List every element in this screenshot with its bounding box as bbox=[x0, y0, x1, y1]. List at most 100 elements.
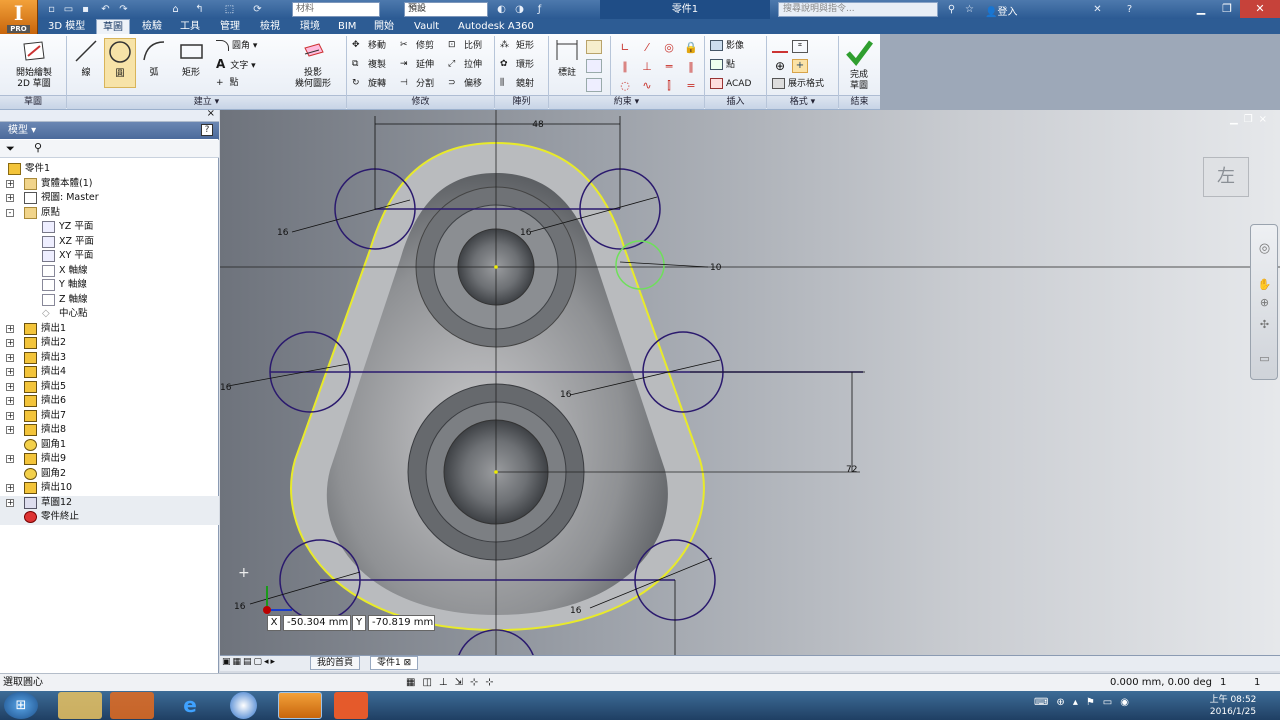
close-browser-icon[interactable]: × bbox=[207, 108, 215, 119]
expand-toggle-icon[interactable]: + bbox=[6, 411, 14, 420]
tab-9[interactable]: Vault bbox=[408, 19, 445, 34]
viewcube[interactable]: 左 bbox=[1203, 157, 1249, 197]
browser-item[interactable]: 圓角2 bbox=[0, 467, 219, 482]
browser-item[interactable]: 零件1 bbox=[0, 162, 219, 177]
arc-button[interactable]: 弧 bbox=[138, 38, 170, 79]
return-icon[interactable]: ↰ bbox=[192, 2, 207, 17]
expand-toggle-icon[interactable]: + bbox=[6, 397, 14, 405]
dimension-button[interactable]: 標註 bbox=[552, 38, 582, 79]
vertical-constraint-icon[interactable]: ‖ bbox=[682, 59, 700, 74]
line-button[interactable]: 線 bbox=[70, 38, 102, 79]
filter-icon[interactable]: ⏷ bbox=[6, 142, 15, 156]
office-taskbar-icon[interactable] bbox=[334, 692, 368, 719]
coord-x-input[interactable]: -50.304 mm bbox=[283, 615, 351, 631]
tab-10[interactable]: Autodesk A360 bbox=[452, 19, 540, 34]
dim-vertical[interactable]: 72 bbox=[846, 465, 857, 475]
tab-close-icon[interactable]: ⊠ bbox=[404, 658, 412, 668]
appearance-clear-icon[interactable]: ◐ bbox=[494, 2, 509, 17]
browser-item[interactable]: + 擠出7 bbox=[0, 409, 219, 424]
expand-toggle-icon[interactable]: + bbox=[6, 426, 14, 434]
show-constraints-icon[interactable] bbox=[586, 59, 602, 73]
center-point-icon[interactable]: ⊕ bbox=[772, 59, 788, 73]
tab-4[interactable]: 管理 bbox=[214, 19, 246, 34]
browser-item[interactable]: YZ 平面 bbox=[0, 220, 219, 235]
expand-toggle-icon[interactable]: + bbox=[6, 368, 14, 376]
browser-item[interactable]: + 擠出2 bbox=[0, 336, 219, 351]
system-tray-icons[interactable]: ⌨⊕▴⚑▭◉ bbox=[1034, 697, 1137, 708]
points-button[interactable]: 點 bbox=[710, 59, 735, 71]
circular-pattern-button[interactable]: ✿ 環形 bbox=[500, 59, 534, 71]
browser-item[interactable]: + 擠出6 bbox=[0, 394, 219, 409]
close-button[interactable]: ✕ bbox=[1240, 0, 1280, 18]
expand-toggle-icon[interactable]: + bbox=[6, 353, 14, 362]
dim-mid-right[interactable]: 16 bbox=[560, 390, 572, 400]
tab-part1[interactable]: 零件1 ⊠ bbox=[370, 656, 419, 670]
browser-item[interactable]: + 實體本體(1) bbox=[0, 177, 219, 192]
dim-bottom-right[interactable]: 16 bbox=[570, 606, 582, 616]
open-icon[interactable]: ▭ bbox=[61, 2, 76, 17]
tab-7[interactable]: BIM bbox=[332, 19, 362, 34]
tab-my-home[interactable]: 我的首頁 bbox=[310, 656, 361, 670]
browser-item[interactable]: 圓角1 bbox=[0, 438, 219, 453]
collinear-constraint-icon[interactable]: ⁄ bbox=[638, 40, 656, 55]
redo-icon[interactable]: ↷ bbox=[116, 2, 131, 17]
explorer-taskbar-icon[interactable] bbox=[58, 692, 102, 719]
browser-item[interactable]: - 原點 bbox=[0, 206, 219, 221]
rectangle-button[interactable]: 矩形 bbox=[174, 38, 208, 79]
concentric-constraint-icon[interactable]: ◎ bbox=[660, 40, 678, 55]
maximize-button[interactable]: ❐ bbox=[1214, 0, 1240, 18]
split-button[interactable]: ⊣ 分割 bbox=[400, 78, 434, 90]
app-menu-button[interactable]: I PRO bbox=[0, 0, 38, 34]
save-icon[interactable]: ▪ bbox=[78, 2, 93, 17]
browser-item[interactable]: XZ 平面 bbox=[0, 235, 219, 250]
horizontal-constraint-icon[interactable]: ═ bbox=[660, 59, 678, 74]
browser-item[interactable]: + 擠出1 bbox=[0, 322, 219, 337]
expand-toggle-icon[interactable]: - bbox=[6, 208, 14, 217]
material-combo[interactable]: 材料 bbox=[292, 2, 380, 17]
browser-title-bar[interactable]: 模型 ▾? bbox=[0, 122, 219, 139]
app-taskbar-icon[interactable] bbox=[230, 692, 257, 719]
equal-constraint-icon[interactable]: = bbox=[682, 78, 700, 93]
dim-mid-left[interactable]: 16 bbox=[220, 383, 232, 393]
dim-hole-left-top[interactable]: 16 bbox=[277, 228, 289, 238]
dim-hole-right-top[interactable]: 16 bbox=[520, 228, 532, 238]
rotate-button[interactable]: ↻ 旋轉 bbox=[352, 78, 386, 90]
mirror-button[interactable]: ⫼ 鏡射 bbox=[500, 78, 534, 90]
sketch-canvas[interactable]: 48 16 16 10 16 16 72 16 16 + bbox=[220, 110, 1280, 655]
perpendicular-constraint-icon[interactable]: ⊥ bbox=[638, 59, 656, 74]
browser-item[interactable]: + 擠出8 bbox=[0, 423, 219, 438]
stretch-button[interactable]: ⤢ 拉伸 bbox=[448, 59, 482, 71]
relax-mode-icon[interactable] bbox=[586, 78, 602, 92]
image-button[interactable]: 影像 bbox=[710, 40, 744, 52]
scale-button[interactable]: ⊡ 比例 bbox=[448, 40, 482, 52]
binoculars-icon[interactable]: ⚲ bbox=[944, 2, 959, 17]
expand-toggle-icon[interactable]: + bbox=[6, 382, 14, 391]
centerline-icon[interactable]: ⌗ bbox=[792, 40, 808, 53]
driven-dimension-icon[interactable]: + bbox=[792, 59, 808, 73]
panel-label-format[interactable]: 格式 ▾ bbox=[767, 95, 838, 109]
look-at-icon[interactable]: ▭ bbox=[1257, 351, 1272, 366]
expand-toggle-icon[interactable]: + bbox=[6, 194, 14, 202]
status-tool-icons[interactable]: ▦◫⊥⇲⊹⊹ bbox=[406, 674, 501, 691]
dim-small-circle[interactable]: 10 bbox=[710, 263, 722, 273]
browser-item[interactable]: Z 軸線 bbox=[0, 293, 219, 308]
viewport-window-controls[interactable]: ▁❐× bbox=[1230, 114, 1278, 126]
update-icon[interactable]: ⟳ bbox=[250, 2, 265, 17]
extend-button[interactable]: ⇥ 延伸 bbox=[400, 59, 434, 71]
text-button[interactable]: A 文字 ▾ bbox=[216, 58, 256, 72]
construction-icon[interactable] bbox=[772, 40, 788, 53]
tab-6[interactable]: 環境 bbox=[294, 19, 326, 34]
panel-label-constrain[interactable]: 約束 ▾ bbox=[549, 95, 704, 109]
coincident-constraint-icon[interactable]: ∟ bbox=[616, 40, 634, 55]
undo-icon[interactable]: ↶ bbox=[98, 2, 113, 17]
acad-button[interactable]: ACAD bbox=[710, 78, 751, 90]
offset-button[interactable]: ⊃ 偏移 bbox=[448, 78, 482, 90]
browser-item[interactable]: + 擠出10 bbox=[0, 481, 219, 496]
inventor-taskbar-icon[interactable] bbox=[278, 692, 322, 719]
formula-icon[interactable]: ƒ bbox=[532, 2, 547, 17]
tab-8[interactable]: 開始 bbox=[368, 19, 400, 34]
finish-sketch-button[interactable]: 完成 草圖 bbox=[842, 38, 876, 92]
fillet-button[interactable]: 圓角 ▾ bbox=[216, 40, 257, 52]
project-geometry-button[interactable]: 投影 幾何圖形 bbox=[285, 38, 341, 90]
media-player-taskbar-icon[interactable] bbox=[110, 692, 154, 719]
